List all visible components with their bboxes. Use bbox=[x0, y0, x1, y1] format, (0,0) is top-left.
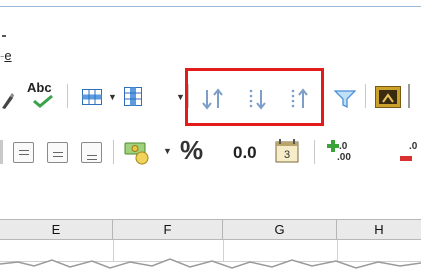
align-center-vertically-button[interactable] bbox=[47, 142, 68, 163]
toolbar-separator bbox=[314, 140, 315, 164]
remove-decimal-label: .0 bbox=[409, 141, 418, 152]
insert-column-icon[interactable] bbox=[124, 87, 142, 106]
image-icon[interactable] bbox=[375, 86, 401, 108]
currency-format-icon[interactable] bbox=[122, 140, 152, 166]
clear-direct-formatting-icon[interactable] bbox=[0, 92, 14, 110]
sort-buttons-highlight bbox=[185, 68, 324, 126]
add-decimal-place-button[interactable]: .0 .00 bbox=[327, 140, 355, 166]
spellcheck-label: Abc bbox=[27, 80, 52, 95]
column-header-h[interactable]: H bbox=[337, 220, 421, 239]
autofilter-icon[interactable] bbox=[334, 89, 356, 109]
plus-icon bbox=[327, 140, 339, 152]
insert-row-dropdown[interactable]: ▼ bbox=[108, 92, 117, 102]
toolbar-separator bbox=[67, 84, 68, 108]
toolbar-separator bbox=[365, 84, 366, 108]
menu-item-fragment[interactable]: -e bbox=[0, 48, 12, 63]
menu-fragment-mark bbox=[2, 35, 6, 37]
column-header-f[interactable]: F bbox=[113, 220, 223, 239]
date-format-icon[interactable]: 3 bbox=[275, 139, 299, 163]
column-header-e[interactable]: E bbox=[0, 220, 113, 239]
window-top-border bbox=[0, 6, 421, 7]
spellcheck-button[interactable]: Abc bbox=[27, 80, 59, 110]
column-header-g[interactable]: G bbox=[223, 220, 337, 239]
add-decimal-label: .0 bbox=[339, 141, 348, 152]
add-decimal-sublabel: .00 bbox=[337, 152, 351, 163]
checkmark-icon bbox=[32, 94, 54, 108]
svg-text:3: 3 bbox=[284, 149, 290, 161]
minus-icon bbox=[400, 156, 412, 161]
insert-column-dropdown[interactable]: ▼ bbox=[176, 92, 185, 102]
menu-item-fragment-label: e bbox=[4, 48, 12, 63]
align-top-button[interactable] bbox=[13, 142, 34, 163]
standard-number-format-button[interactable]: 0.0 bbox=[233, 143, 257, 163]
align-bottom-button[interactable] bbox=[81, 142, 102, 163]
torn-edge-decoration bbox=[0, 258, 421, 278]
toolbar-edge bbox=[408, 84, 410, 108]
percent-format-button[interactable]: % bbox=[180, 135, 203, 166]
toolbar-separator bbox=[113, 140, 114, 164]
toolbar-separator bbox=[0, 140, 3, 164]
insert-row-icon[interactable] bbox=[82, 89, 102, 105]
currency-format-dropdown[interactable]: ▼ bbox=[163, 146, 172, 156]
column-header-row: E F G H bbox=[0, 219, 421, 240]
delete-decimal-place-button[interactable]: .0 bbox=[400, 140, 421, 166]
